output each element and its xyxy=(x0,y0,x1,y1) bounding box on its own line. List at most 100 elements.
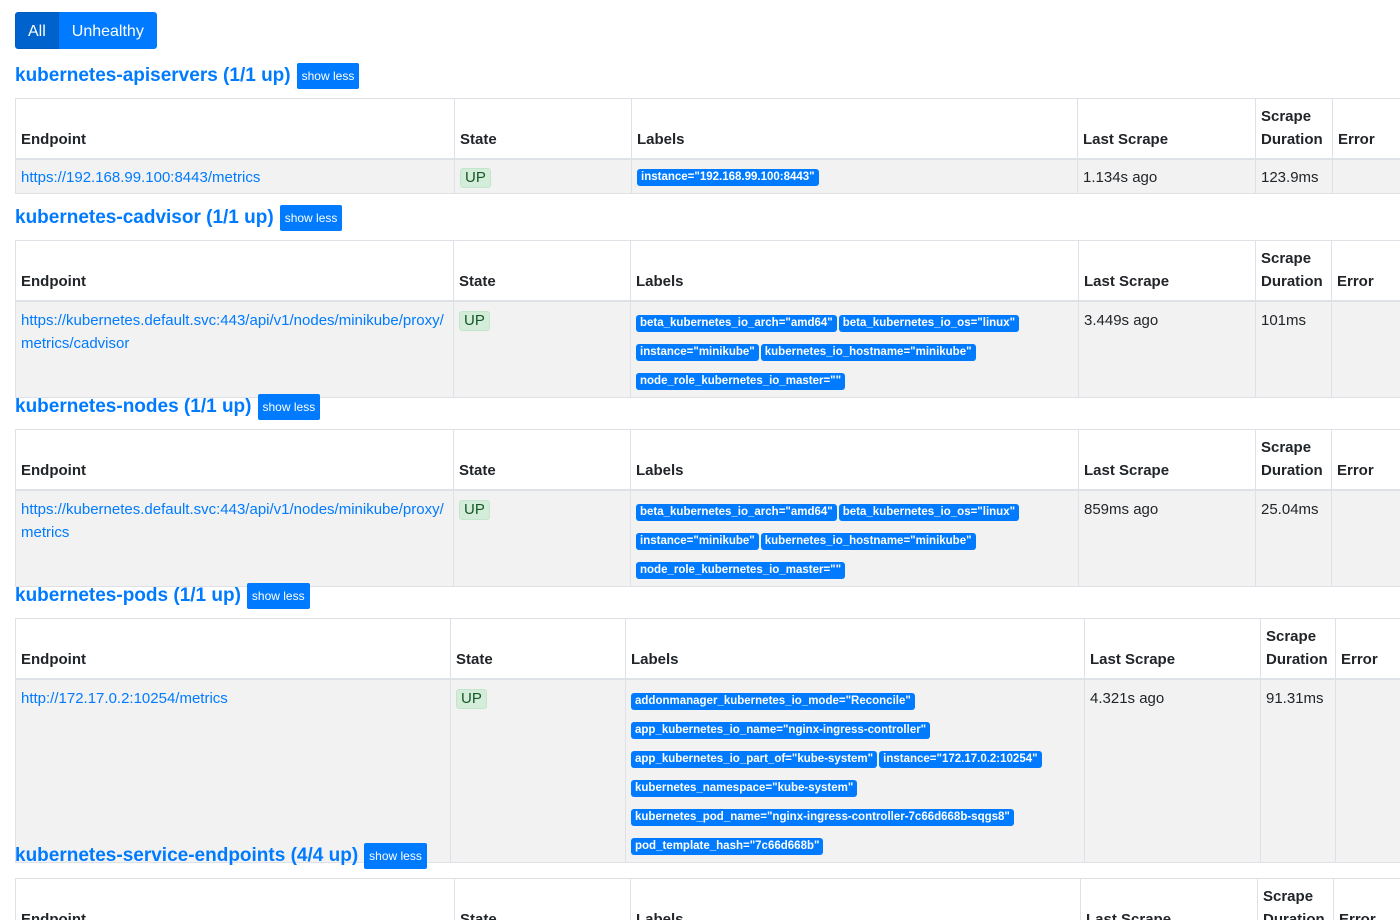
col-last-scrape: Last Scrape xyxy=(1077,98,1256,160)
col-error: Error xyxy=(1332,98,1400,160)
label-badge[interactable]: addonmanager_kubernetes_io_mode="Reconci… xyxy=(631,693,915,710)
col-labels: Labels xyxy=(630,429,1079,491)
table-row: https://192.168.99.100:8443/metrics UP i… xyxy=(15,158,1400,194)
label-badge[interactable]: instance="192.168.99.100:8443" xyxy=(637,169,819,186)
label-badge[interactable]: beta_kubernetes_io_arch="amd64" xyxy=(636,315,837,332)
label-badge[interactable]: instance="minikube" xyxy=(636,533,759,550)
error-value xyxy=(1335,678,1400,863)
endpoint-link[interactable]: https://192.168.99.100:8443/metrics xyxy=(21,169,260,186)
scrape-duration-value: 91.31ms xyxy=(1260,678,1336,863)
job-section-pods: kubernetes-pods (1/1 up) show less Endpo… xyxy=(15,582,1400,863)
col-scrape-duration: Scrape Duration xyxy=(1255,98,1333,160)
col-state: State xyxy=(454,98,632,160)
targets-table: Endpoint State Labels Last Scrape Scrape… xyxy=(15,878,1400,920)
show-less-button[interactable]: show less xyxy=(246,583,310,609)
col-endpoint: Endpoint xyxy=(15,98,455,160)
job-section-cadvisor: kubernetes-cadvisor (1/1 up) show less E… xyxy=(15,204,1400,398)
table-header-row: Endpoint State Labels Last Scrape Scrape… xyxy=(15,878,1400,920)
targets-table: Endpoint State Labels Last Scrape Scrape… xyxy=(15,429,1400,587)
table-header-row: Endpoint State Labels Last Scrape Scrape… xyxy=(15,240,1400,302)
col-scrape-label: Scrape xyxy=(1266,628,1317,645)
job-title[interactable]: kubernetes-nodes (1/1 up) xyxy=(15,396,252,418)
col-scrape-duration: Scrape Duration xyxy=(1257,878,1334,920)
label-badge[interactable]: app_kubernetes_io_name="nginx-ingress-co… xyxy=(631,722,931,739)
show-less-button[interactable]: show less xyxy=(279,205,343,231)
col-error: Error xyxy=(1331,240,1400,302)
scrape-duration-value: 123.9ms xyxy=(1255,158,1333,194)
label-badge[interactable]: beta_kubernetes_io_arch="amd64" xyxy=(636,504,837,521)
table-row: https://kubernetes.default.svc:443/api/v… xyxy=(15,489,1400,587)
labels-cell: beta_kubernetes_io_arch="amd64" beta_kube… xyxy=(630,489,1079,587)
job-section-nodes: kubernetes-nodes (1/1 up) show less Endp… xyxy=(15,393,1400,587)
col-endpoint: Endpoint xyxy=(15,618,451,680)
show-less-button[interactable]: show less xyxy=(296,63,360,89)
label-badge[interactable]: instance="172.17.0.2:10254" xyxy=(879,751,1042,768)
show-less-button[interactable]: show less xyxy=(364,843,427,869)
col-scrape-label: Scrape xyxy=(1263,888,1314,905)
targets-table: Endpoint State Labels Last Scrape Scrape… xyxy=(15,240,1400,398)
label-badge[interactable]: app_kubernetes_io_part_of="kube-system" xyxy=(631,751,878,768)
state-badge: UP xyxy=(460,168,491,188)
last-scrape-value: 859ms ago xyxy=(1078,489,1256,587)
col-duration-label: Duration xyxy=(1261,273,1323,290)
col-scrape-duration: Scrape Duration xyxy=(1255,240,1332,302)
error-value xyxy=(1332,158,1400,194)
job-section-service-endpoints: kubernetes-service-endpoints (4/4 up) sh… xyxy=(15,842,1400,920)
col-last-scrape: Last Scrape xyxy=(1078,240,1256,302)
col-last-scrape: Last Scrape xyxy=(1078,429,1256,491)
col-duration-label: Duration xyxy=(1261,462,1323,479)
endpoint-link[interactable]: https://kubernetes.default.svc:443/api/v… xyxy=(21,501,444,541)
col-state: State xyxy=(453,240,631,302)
job-title[interactable]: kubernetes-apiservers (1/1 up) xyxy=(15,65,291,87)
col-duration-label: Duration xyxy=(1263,911,1325,920)
col-scrape-label: Scrape xyxy=(1261,439,1312,456)
last-scrape-value: 3.449s ago xyxy=(1078,300,1256,398)
col-scrape-duration: Scrape Duration xyxy=(1260,618,1336,680)
col-scrape-label: Scrape xyxy=(1261,250,1312,267)
col-endpoint: Endpoint xyxy=(15,429,454,491)
label-badge[interactable]: node_role_kubernetes_io_master="" xyxy=(636,562,846,579)
col-duration-label: Duration xyxy=(1261,131,1323,148)
label-badge[interactable]: kubernetes_pod_name="nginx-ingress-contr… xyxy=(631,809,1014,826)
labels-cell: beta_kubernetes_io_arch="amd64" beta_kube… xyxy=(630,300,1079,398)
job-title[interactable]: kubernetes-pods (1/1 up) xyxy=(15,585,241,607)
filter-unhealthy-button[interactable]: Unhealthy xyxy=(58,12,157,49)
col-last-scrape: Last Scrape xyxy=(1080,878,1258,920)
label-badge[interactable]: instance="minikube" xyxy=(636,344,759,361)
col-labels: Labels xyxy=(630,240,1079,302)
job-section-apiservers: kubernetes-apiservers (1/1 up) show less… xyxy=(15,62,1400,194)
table-row: http://172.17.0.2:10254/metrics UP addon… xyxy=(15,678,1400,863)
col-labels: Labels xyxy=(630,878,1081,920)
col-state: State xyxy=(454,878,631,920)
targets-table: Endpoint State Labels Last Scrape Scrape… xyxy=(15,98,1400,194)
filter-button-group: All Unhealthy xyxy=(15,12,157,49)
col-last-scrape: Last Scrape xyxy=(1084,618,1261,680)
job-title[interactable]: kubernetes-cadvisor (1/1 up) xyxy=(15,207,274,229)
endpoint-link[interactable]: http://172.17.0.2:10254/metrics xyxy=(21,690,228,707)
col-endpoint: Endpoint xyxy=(15,878,455,920)
table-row: https://kubernetes.default.svc:443/api/v… xyxy=(15,300,1400,398)
show-less-button[interactable]: show less xyxy=(257,394,321,420)
targets-page: All Unhealthy kubernetes-apiservers (1/1… xyxy=(0,0,1400,920)
label-badge[interactable]: beta_kubernetes_io_os="linux" xyxy=(838,315,1020,332)
col-duration-label: Duration xyxy=(1266,651,1328,668)
col-state: State xyxy=(453,429,631,491)
label-badge[interactable]: node_role_kubernetes_io_master="" xyxy=(636,373,846,390)
col-labels: Labels xyxy=(631,98,1078,160)
job-title[interactable]: kubernetes-service-endpoints (4/4 up) xyxy=(15,845,358,867)
label-badge[interactable]: kubernetes_namespace="kube-system" xyxy=(631,780,858,797)
label-badge[interactable]: kubernetes_io_hostname="minikube" xyxy=(760,533,976,550)
last-scrape-value: 1.134s ago xyxy=(1077,158,1256,194)
targets-table: Endpoint State Labels Last Scrape Scrape… xyxy=(15,618,1400,863)
col-error: Error xyxy=(1331,429,1400,491)
col-error: Error xyxy=(1333,878,1400,920)
endpoint-link[interactable]: https://kubernetes.default.svc:443/api/v… xyxy=(21,312,444,352)
label-badge[interactable]: beta_kubernetes_io_os="linux" xyxy=(838,504,1020,521)
state-badge: UP xyxy=(456,689,487,709)
labels-cell: addonmanager_kubernetes_io_mode="Reconci… xyxy=(625,678,1085,863)
col-labels: Labels xyxy=(625,618,1085,680)
state-badge: UP xyxy=(459,500,490,520)
label-badge[interactable]: kubernetes_io_hostname="minikube" xyxy=(760,344,976,361)
last-scrape-value: 4.321s ago xyxy=(1084,678,1261,863)
filter-all-button[interactable]: All xyxy=(15,12,59,49)
